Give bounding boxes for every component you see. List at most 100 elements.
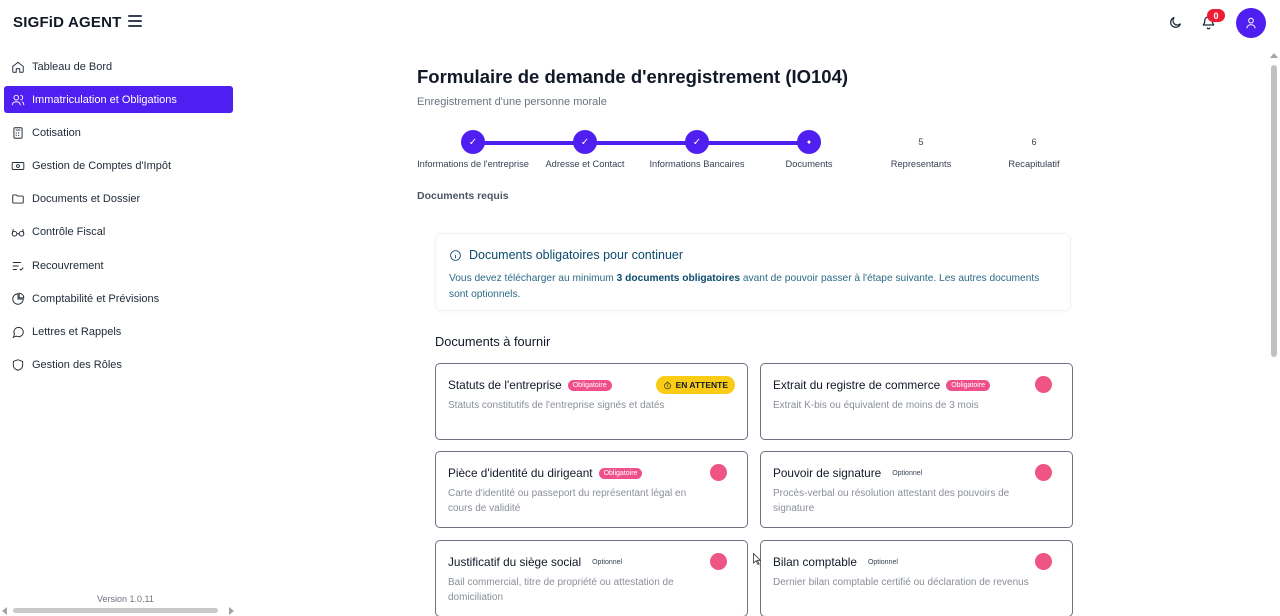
document-description: Dernier bilan comptable certifié ou décl… [773, 577, 1029, 588]
step-label: Representants [890, 159, 952, 169]
document-title-row: Extrait du registre de commerce Obligato… [773, 378, 991, 392]
user-avatar[interactable] [1236, 8, 1266, 38]
shield-icon [10, 357, 26, 373]
upload-status-dot[interactable] [1035, 376, 1052, 393]
menu-toggle-icon[interactable] [128, 15, 142, 29]
glasses-icon [10, 224, 26, 240]
user-icon [1246, 17, 1256, 29]
users-icon [10, 92, 26, 108]
sidebar-item-label: Contrôle Fiscal [32, 226, 106, 239]
document-title: Bilan comptable [773, 555, 857, 569]
sidebar-horizontal-scrollbar[interactable] [0, 603, 240, 616]
step-check-icon: ✓ [461, 130, 485, 154]
sidebar-item-comptabilite[interactable]: Comptabilité et Prévisions [4, 285, 233, 312]
sidebar-item-comptes-impot[interactable]: Gestion de Comptes d'Impôt [4, 153, 233, 180]
sidebar-item-documents[interactable]: Documents et Dossier [4, 186, 233, 213]
sidebar-item-cotisation[interactable]: Cotisation [4, 119, 233, 146]
upload-status-dot[interactable] [710, 464, 727, 481]
step-current-dot-icon: ● [797, 130, 821, 154]
clock-icon [663, 381, 671, 389]
step-check-icon: ✓ [685, 130, 709, 154]
document-card-bilan-comptable[interactable]: Bilan comptable Optionnel Dernier bilan … [760, 540, 1073, 616]
scroll-left-arrow-icon[interactable] [2, 607, 7, 615]
sidebar-item-label: Comptabilité et Prévisions [32, 292, 160, 305]
step-documents[interactable]: ● Documents [744, 130, 874, 169]
sidebar-item-recouvrement[interactable]: Recouvrement [4, 252, 233, 279]
required-tag: Obligatoire [567, 379, 612, 391]
info-alert-title-text: Documents obligatoires pour continuer [469, 248, 684, 262]
optional-tag: Optionnel [892, 469, 923, 477]
sidebar-item-label: Immatriculation et Obligations [32, 93, 177, 106]
info-alert: Documents obligatoires pour continuer Vo… [435, 233, 1071, 311]
document-title: Statuts de l'entreprise [448, 378, 562, 392]
pie-chart-icon [10, 291, 26, 307]
wallet-icon [10, 158, 26, 174]
document-description: Statuts constitutifs de l'entreprise sig… [448, 400, 665, 411]
status-text: EN ATTENTE [675, 380, 728, 390]
dark-mode-toggle-icon[interactable] [1168, 15, 1183, 30]
step-recapitulatif[interactable]: 6 Recapitulatif [969, 130, 1099, 169]
document-card-siege-social[interactable]: Justificatif du siège social Optionnel B… [435, 540, 748, 616]
mouse-cursor-icon [753, 553, 761, 565]
optional-tag: Optionnel [867, 558, 898, 566]
step-label: Informations de l'entreprise [417, 159, 529, 169]
page-subtitle: Enregistrement d'une personne morale [417, 96, 607, 108]
document-title: Pièce d'identité du dirigeant [448, 466, 593, 480]
documents-required-label: Documents requis [417, 190, 509, 202]
scroll-up-arrow-icon[interactable] [1270, 53, 1278, 58]
list-check-icon [10, 258, 26, 274]
document-title-row: Pouvoir de signature Optionnel [773, 466, 922, 480]
step-informations-entreprise[interactable]: ✓ Informations de l'entreprise [408, 130, 538, 169]
page-title: Formulaire de demande d'enregistrement (… [417, 66, 849, 87]
scrollbar-thumb[interactable] [13, 608, 218, 613]
document-description: Procès-verbal ou résolution attestant de… [773, 488, 1010, 514]
step-representants[interactable]: 5 Representants [856, 130, 986, 169]
step-label: Recapitulatif [1008, 159, 1060, 169]
step-label: Adresse et Contact [545, 159, 625, 169]
sidebar-item-tableau-de-bord[interactable]: Tableau de Bord [4, 53, 233, 80]
scroll-right-arrow-icon[interactable] [229, 607, 234, 615]
step-number: 6 [1031, 137, 1037, 147]
sidebar-item-controle-fiscal[interactable]: Contrôle Fiscal [4, 219, 233, 246]
document-card-registre-commerce[interactable]: Extrait du registre de commerce Obligato… [760, 363, 1073, 440]
step-label: Informations Bancaires [649, 159, 745, 169]
document-card-piece-identite[interactable]: Pièce d'identité du dirigeant Obligatoir… [435, 451, 748, 528]
required-tag: Obligatoire [946, 379, 991, 391]
brand-logo: SIGFiD AGENT [13, 14, 122, 31]
scrollbar-thumb[interactable] [1271, 65, 1277, 357]
info-alert-title: Documents obligatoires pour continuer [449, 248, 683, 262]
document-description: Bail commercial, titre de propriété ou a… [448, 577, 674, 603]
info-text-bold: 3 documents obligatoires [616, 273, 741, 284]
sidebar-item-label: Gestion des Rôles [32, 359, 122, 372]
page-vertical-scrollbar[interactable] [1268, 50, 1280, 616]
sidebar-item-immatriculation[interactable]: Immatriculation et Obligations [4, 86, 233, 114]
upload-status-dot[interactable] [1035, 553, 1052, 570]
message-icon [10, 324, 26, 340]
step-check-icon: ✓ [573, 130, 597, 154]
sidebar-item-label: Cotisation [32, 126, 81, 139]
document-title: Justificatif du siège social [448, 555, 582, 569]
section-title: Documents à fournir [435, 334, 551, 349]
required-tag: Obligatoire [598, 467, 643, 479]
calculator-icon [10, 125, 26, 141]
document-card-statuts[interactable]: Statuts de l'entreprise Obligatoire Stat… [435, 363, 748, 440]
step-adresse-contact[interactable]: ✓ Adresse et Contact [520, 130, 650, 169]
document-title-row: Statuts de l'entreprise Obligatoire [448, 378, 612, 392]
folder-icon [10, 191, 26, 207]
sidebar-item-label: Lettres et Rappels [32, 326, 122, 338]
notification-count-badge: 0 [1207, 9, 1225, 22]
sidebar-item-label: Tableau de Bord [32, 60, 113, 73]
info-alert-text: Vous devez télécharger au minimum 3 docu… [449, 271, 1059, 302]
optional-tag: Optionnel [592, 558, 623, 566]
sidebar-item-lettres[interactable]: Lettres et Rappels [4, 319, 233, 346]
upload-status-dot[interactable] [1035, 464, 1052, 481]
sidebar-item-label: Gestion de Comptes d'Impôt [32, 160, 172, 173]
document-description: Carte d'identité ou passeport du représe… [448, 488, 687, 514]
upload-status-dot[interactable] [710, 553, 727, 570]
document-title-row: Justificatif du siège social Optionnel [448, 555, 622, 569]
document-card-pouvoir-signature[interactable]: Pouvoir de signature Optionnel Procès-ve… [760, 451, 1073, 528]
document-title-row: Pièce d'identité du dirigeant Obligatoir… [448, 466, 643, 480]
step-informations-bancaires[interactable]: ✓ Informations Bancaires [632, 130, 762, 169]
sidebar-item-roles[interactable]: Gestion des Rôles [4, 352, 233, 379]
sidebar: SIGFiD AGENT Tableau de Bord Immatricula… [0, 0, 240, 616]
